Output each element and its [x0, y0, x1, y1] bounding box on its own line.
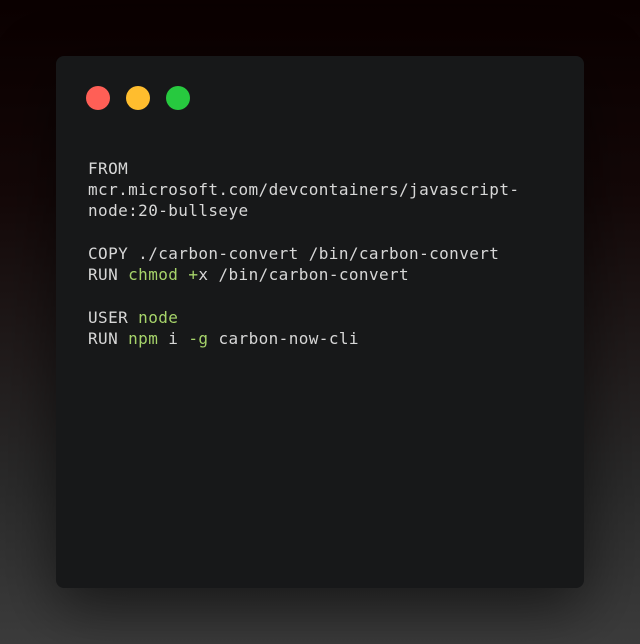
flag: -g	[188, 329, 209, 348]
window-controls	[86, 86, 190, 110]
command-keyword: chmod	[128, 265, 179, 284]
maximize-dot-icon[interactable]	[166, 86, 190, 110]
code-line: USER node	[88, 308, 179, 327]
code-block: FROM mcr.microsoft.com/devcontainers/jav…	[88, 158, 548, 349]
close-dot-icon[interactable]	[86, 86, 110, 110]
code-line: mcr.microsoft.com/devcontainers/javascri…	[88, 180, 520, 199]
operator: +	[188, 265, 199, 284]
user-keyword: node	[138, 308, 179, 327]
code-window: FROM mcr.microsoft.com/devcontainers/jav…	[56, 56, 584, 588]
command-keyword: npm	[128, 329, 159, 348]
code-line: node:20-bullseye	[88, 201, 249, 220]
code-line: RUN chmod +x /bin/carbon-convert	[88, 265, 410, 284]
code-line: FROM	[88, 159, 129, 178]
code-line: COPY ./carbon-convert /bin/carbon-conver…	[88, 244, 500, 263]
code-line: RUN npm i -g carbon-now-cli	[88, 329, 359, 348]
minimize-dot-icon[interactable]	[126, 86, 150, 110]
